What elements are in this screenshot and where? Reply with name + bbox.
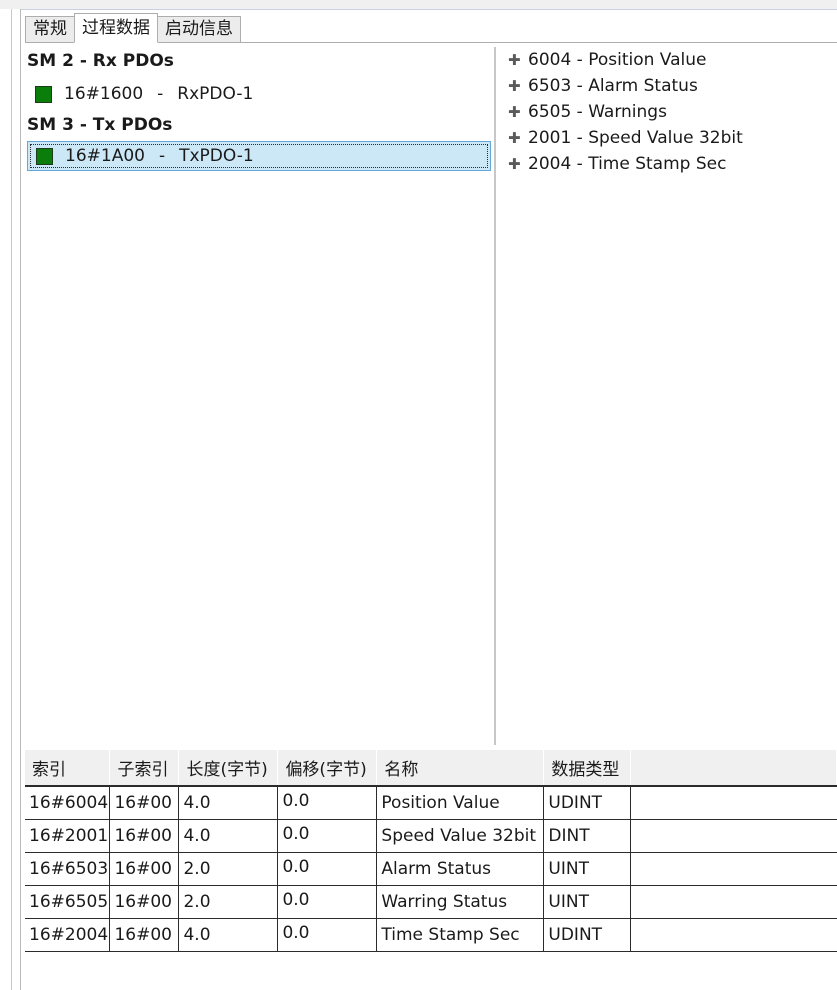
column-header-name[interactable]: 名称	[376, 750, 545, 787]
cell-name: Warring Status	[376, 885, 545, 919]
table-row[interactable]: 16#6004 16#00 4.0 0.0 Position Value UDI…	[25, 786, 837, 820]
cell-datatype: UDINT	[543, 918, 632, 952]
window-top-strip	[0, 0, 837, 10]
cell-length: 2.0	[178, 852, 279, 886]
cell-length: 4.0	[178, 786, 279, 820]
table-row[interactable]: 16#6503 16#00 2.0 0.0 Alarm Status UINT	[25, 852, 837, 886]
cell-offset: 0.0	[277, 852, 378, 886]
cell-subindex: 16#00	[109, 786, 180, 820]
tab-bar: 常规 过程数据 启动信息	[25, 13, 241, 43]
pdo-entry[interactable]: ✚ 2004 - Time Stamp Sec	[506, 152, 726, 176]
pdo-entry-label: 2004 - Time Stamp Sec	[528, 154, 727, 174]
cell-subindex: 16#00	[109, 819, 180, 853]
sm2-rx-header: SM 2 - Rx PDOs	[27, 51, 174, 71]
pdo-index: 16#1600	[64, 84, 144, 104]
tab-general[interactable]: 常规	[25, 16, 75, 43]
pdo-separator: -	[157, 84, 164, 104]
plus-icon[interactable]: ✚	[506, 51, 528, 69]
table-row[interactable]: 16#2004 16#00 4.0 0.0 Time Stamp Sec UDI…	[25, 918, 837, 952]
pdo-entry-label: 6503 - Alarm Status	[528, 76, 698, 96]
column-header-subindex[interactable]: 子索引	[109, 750, 180, 787]
pdo-name: TxPDO-1	[179, 146, 254, 166]
cell-filler	[630, 918, 837, 952]
cell-name: Time Stamp Sec	[376, 918, 545, 952]
pdo-entry[interactable]: ✚ 6505 - Warnings	[506, 100, 667, 124]
cell-filler	[630, 852, 837, 886]
column-header-length[interactable]: 长度(字节)	[178, 750, 279, 787]
tx-pdo-item[interactable]: 16#1A00 - TxPDO-1	[27, 141, 491, 171]
cell-offset: 0.0	[277, 885, 378, 919]
tab-process-data[interactable]: 过程数据	[74, 13, 158, 43]
left-rail	[0, 9, 21, 990]
cell-length: 4.0	[178, 819, 279, 853]
table-row[interactable]: 16#6505 16#00 2.0 0.0 Warring Status UIN…	[25, 885, 837, 919]
cell-datatype: UINT	[543, 885, 632, 919]
pdo-assignment-pane: SM 2 - Rx PDOs 16#1600 - RxPDO-1 SM 3 - …	[25, 47, 493, 745]
cell-index: 16#2001	[25, 819, 111, 853]
cell-length: 2.0	[178, 885, 279, 919]
pdo-entry-label: 6505 - Warnings	[528, 102, 667, 122]
cell-name: Alarm Status	[376, 852, 545, 886]
cell-name: Speed Value 32bit	[376, 819, 545, 853]
column-header-offset[interactable]: 偏移(字节)	[277, 750, 378, 787]
pdo-name: RxPDO-1	[177, 84, 254, 104]
cell-subindex: 16#00	[109, 918, 180, 952]
cell-length: 4.0	[178, 918, 279, 952]
pdo-entry[interactable]: ✚ 6503 - Alarm Status	[506, 74, 698, 98]
column-header-filler	[630, 750, 837, 787]
pdo-entry-label: 6004 - Position Value	[528, 50, 707, 70]
pdo-entry[interactable]: ✚ 2001 - Speed Value 32bit	[506, 126, 743, 150]
cell-filler	[630, 819, 837, 853]
cell-index: 16#6004	[25, 786, 111, 820]
cell-index: 16#2004	[25, 918, 111, 952]
pdo-entry-table: 索引 子索引 长度(字节) 偏移(字节) 名称 数据类型 16#6004 16#…	[25, 750, 837, 952]
sm3-tx-header: SM 3 - Tx PDOs	[27, 115, 173, 135]
cell-index: 16#6505	[25, 885, 111, 919]
rx-pdo-item[interactable]: 16#1600 - RxPDO-1	[27, 79, 491, 109]
cell-offset: 0.0	[277, 786, 378, 820]
cell-index: 16#6503	[25, 852, 111, 886]
cell-subindex: 16#00	[109, 885, 180, 919]
cell-datatype: UINT	[543, 852, 632, 886]
cell-subindex: 16#00	[109, 852, 180, 886]
column-header-index[interactable]: 索引	[25, 750, 111, 787]
cell-filler	[630, 885, 837, 919]
cell-name: Position Value	[376, 786, 545, 820]
plus-icon[interactable]: ✚	[506, 103, 528, 121]
cell-datatype: UDINT	[543, 786, 632, 820]
table-header-row: 索引 子索引 长度(字节) 偏移(字节) 名称 数据类型	[25, 750, 837, 787]
cell-datatype: DINT	[543, 819, 632, 853]
column-header-datatype[interactable]: 数据类型	[543, 750, 632, 787]
table-row[interactable]: 16#2001 16#00 4.0 0.0 Speed Value 32bit …	[25, 819, 837, 853]
pdo-index: 16#1A00	[65, 146, 145, 166]
left-rail-line	[11, 9, 12, 990]
pdo-separator: -	[158, 146, 166, 166]
tab-startup-info[interactable]: 启动信息	[157, 16, 241, 43]
pdo-checkbox-icon[interactable]	[36, 147, 53, 165]
pdo-entry-label: 2001 - Speed Value 32bit	[528, 128, 743, 148]
cell-offset: 0.0	[277, 918, 378, 952]
plus-icon[interactable]: ✚	[506, 77, 528, 95]
cell-offset: 0.0	[277, 819, 378, 853]
pane-splitter[interactable]	[494, 47, 496, 745]
pdo-entry[interactable]: ✚ 6004 - Position Value	[506, 48, 706, 72]
plus-icon[interactable]: ✚	[506, 129, 528, 147]
pdo-checkbox-icon[interactable]	[35, 85, 52, 103]
plus-icon[interactable]: ✚	[506, 155, 528, 173]
cell-filler	[630, 786, 837, 820]
left-rail-border	[20, 9, 21, 990]
